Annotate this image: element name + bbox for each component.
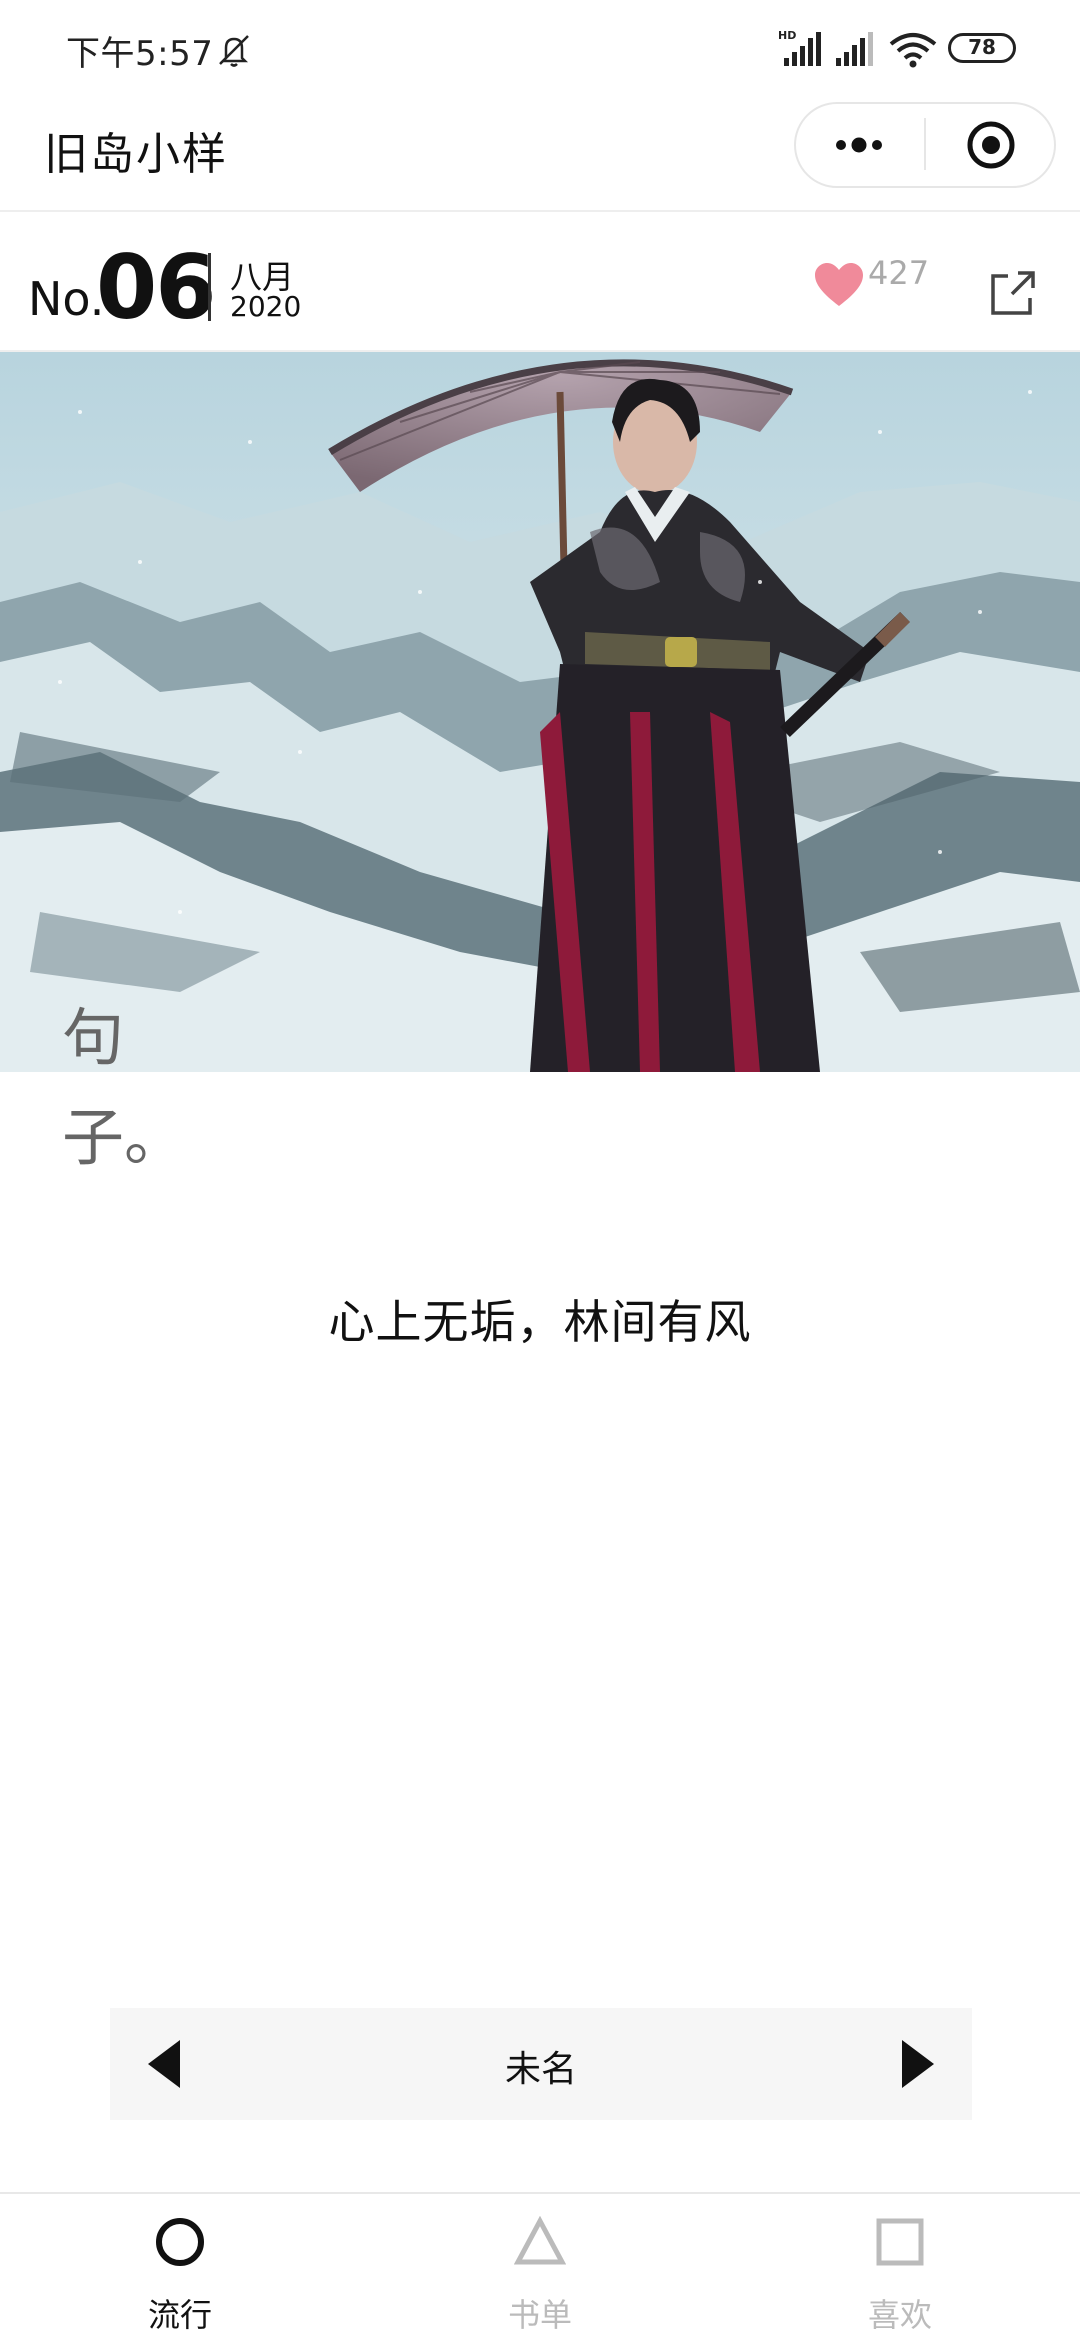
tab-label: 书单 [507,2296,572,2334]
tab-popular[interactable]: 流行 [0,2196,360,2340]
capsule-divider [924,118,926,170]
tabbar-divider [0,2192,1080,2194]
close-mini-program-button[interactable] [928,104,1054,186]
signal-hd-icon: HD [778,29,821,66]
svg-text:HD: HD [778,29,796,42]
cover-image [0,352,1080,1072]
status-time: 下午5:57 [66,34,214,74]
battery-level: 78 [968,35,996,59]
tab-label: 喜欢 [867,2296,932,2334]
tab-likes[interactable]: 喜欢 [720,2196,1080,2340]
next-arrow-icon[interactable] [886,2036,942,2092]
square-icon [876,2218,924,2266]
wifi-icon [889,33,937,68]
navigator-title: 未名 [504,2049,577,2090]
quote-text: 心上无垢，林间有风 [328,1295,752,1349]
like-count: 427 [868,254,930,292]
cellular-signal-icon [836,32,873,66]
issue-no-label: No. [28,272,105,326]
share-icon[interactable] [988,268,1038,318]
content-type-label: 句子。 [62,1001,187,1174]
tab-booklist[interactable]: 书单 [360,2196,720,2340]
heart-icon[interactable] [812,260,866,312]
nav-divider [0,210,1080,212]
issue-number: 06 [96,236,216,339]
circle-icon [156,2218,204,2266]
triangle-icon [514,2216,566,2265]
tab-label: 流行 [147,2296,212,2334]
issue-year: 2020 [230,290,302,323]
page-title: 旧岛小样 [44,129,228,180]
bell-muted-icon [219,35,249,67]
issue-divider [208,253,211,321]
more-button[interactable] [796,104,922,186]
